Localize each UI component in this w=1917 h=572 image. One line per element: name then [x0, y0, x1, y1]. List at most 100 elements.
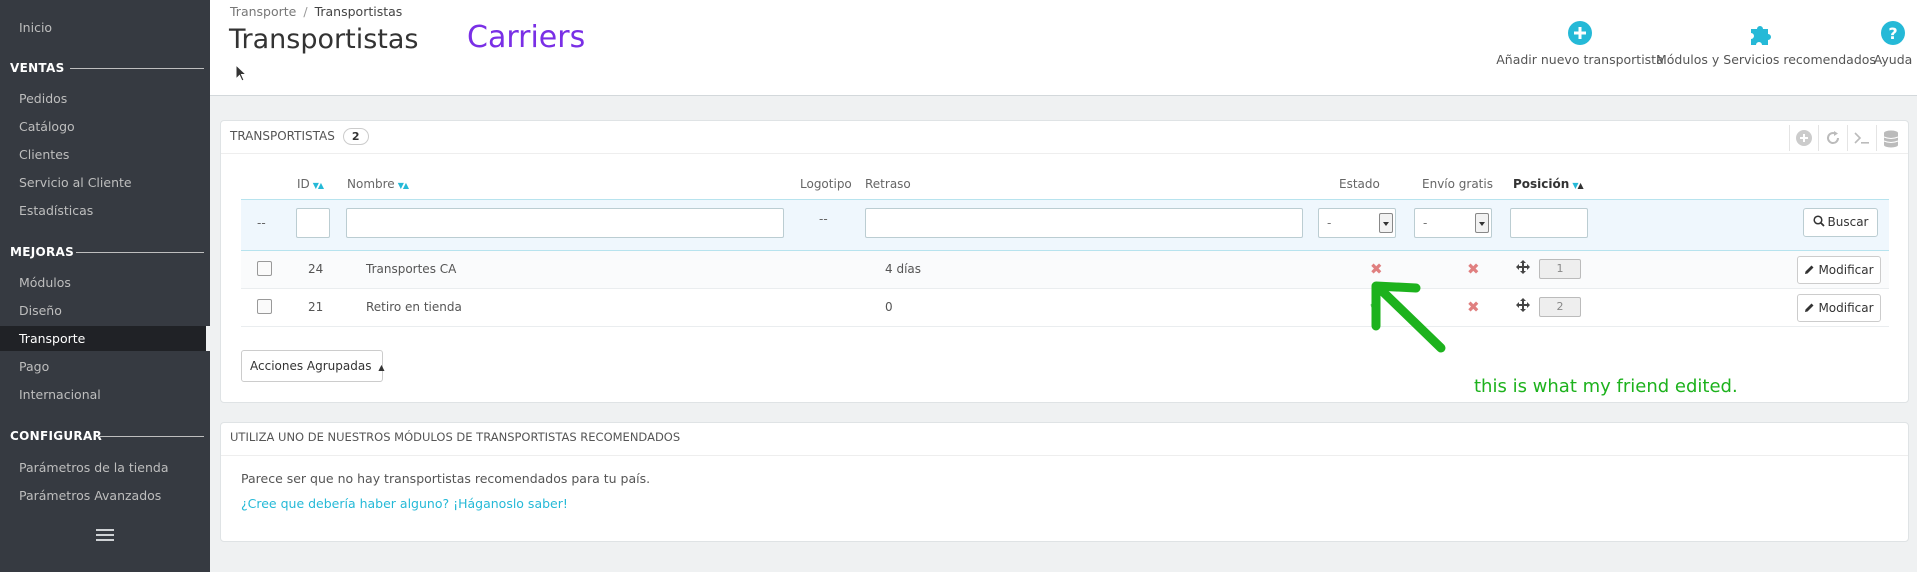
sidebar: Inicio VENTAS Pedidos Catálogo Clientes … — [0, 0, 210, 572]
free-shipping-disabled-icon[interactable]: ✖ — [1467, 260, 1480, 278]
caret-up-icon: ▲ — [378, 363, 385, 372]
modify-button[interactable]: Modificar — [1797, 256, 1881, 284]
filter-free-shipping-select[interactable]: - — [1414, 208, 1492, 238]
column-header-delay: Retraso — [865, 177, 911, 191]
table-row[interactable]: 24 Transportes CA 4 días ✖ ✖ 1 Modificar — [241, 251, 1889, 289]
sidebar-item-internacional[interactable]: Internacional — [0, 382, 210, 407]
table-row[interactable]: 21 Retiro en tienda 0 ✔ ✖ 2 Modificar — [241, 289, 1889, 327]
sort-arrows-icon[interactable]: ▼▲ — [313, 181, 324, 190]
mouse-cursor-icon — [235, 64, 247, 82]
sidebar-item-catalogo[interactable]: Catálogo — [0, 114, 210, 139]
sidebar-item-diseno[interactable]: Diseño — [0, 298, 210, 323]
breadcrumb-separator: / — [303, 4, 308, 19]
filter-free-shipping-value: - — [1423, 216, 1428, 230]
column-id-label: ID — [297, 177, 310, 191]
column-name-label: Nombre — [347, 177, 395, 191]
plus-circle-icon — [1568, 21, 1592, 45]
breadcrumb: Transporte / Transportistas — [230, 4, 402, 19]
help-button[interactable]: ? Ayuda — [1871, 20, 1915, 67]
column-header-name[interactable]: Nombre ▼▲ — [347, 177, 409, 191]
recommended-panel-title: UTILIZA UNO DE NUESTROS MÓDULOS DE TRANS… — [230, 430, 681, 444]
row-delay: 0 — [885, 300, 893, 314]
sidebar-item-pago[interactable]: Pago — [0, 354, 210, 379]
row-name: Transportes CA — [366, 262, 457, 276]
carriers-title-text: TRANSPORTISTAS — [230, 129, 335, 143]
column-header-free-shipping: Envío gratis — [1422, 177, 1493, 191]
database-icon — [1883, 130, 1899, 148]
add-carrier-panel-button[interactable] — [1789, 125, 1817, 151]
filter-status-select[interactable]: - — [1318, 208, 1396, 238]
sidebar-divider — [76, 252, 204, 253]
sidebar-item-modulos[interactable]: Módulos — [0, 270, 210, 295]
help-label: Ayuda — [1873, 52, 1913, 67]
column-position-label: Posición — [1513, 177, 1570, 191]
sql-query-button[interactable] — [1847, 125, 1875, 151]
recommended-panel-heading: UTILIZA UNO DE NUESTROS MÓDULOS DE TRANS… — [221, 423, 1908, 456]
filter-logo-dash: -- — [819, 212, 828, 226]
column-header-logo: Logotipo — [800, 177, 852, 191]
recommended-modules-button[interactable]: Módulos y Servicios recomendados — [1656, 20, 1876, 67]
drag-handle-icon[interactable] — [1515, 297, 1531, 313]
search-button[interactable]: Buscar — [1803, 208, 1878, 237]
modify-button[interactable]: Modificar — [1797, 294, 1881, 322]
menu-toggle-icon[interactable] — [96, 529, 114, 543]
carriers-panel-title: TRANSPORTISTAS 2 — [230, 128, 369, 145]
add-icon — [1796, 130, 1812, 146]
carriers-panel-heading: TRANSPORTISTAS 2 — [221, 121, 1908, 154]
sidebar-item-pedidos[interactable]: Pedidos — [0, 86, 210, 111]
bulk-actions-button[interactable]: Acciones Agrupadas ▲ — [241, 350, 385, 382]
filter-id-input[interactable] — [296, 208, 330, 238]
sidebar-item-transporte[interactable]: Transporte — [0, 326, 210, 351]
column-header-status: Estado — [1339, 177, 1380, 191]
no-recommended-message: Parece ser que no hay transportistas rec… — [241, 471, 651, 486]
search-icon — [1812, 215, 1825, 227]
sidebar-section-mejoras: MEJORAS — [10, 245, 75, 259]
carriers-annotation: Carriers — [467, 20, 586, 55]
row-checkbox[interactable] — [257, 299, 272, 314]
sidebar-item-clientes[interactable]: Clientes — [0, 142, 210, 167]
modify-button-label: Modificar — [1818, 263, 1874, 277]
sort-arrows-icon[interactable]: ▼▲ — [1572, 181, 1583, 190]
row-id: 24 — [308, 262, 324, 276]
sidebar-item-estadisticas[interactable]: Estadísticas — [0, 198, 210, 223]
sidebar-item-inicio[interactable]: Inicio — [0, 15, 210, 40]
sidebar-section-configurar: CONFIGURAR — [10, 429, 103, 443]
free-shipping-disabled-icon[interactable]: ✖ — [1467, 298, 1480, 316]
breadcrumb-link-transporte[interactable]: Transporte — [230, 4, 296, 19]
refresh-icon — [1827, 131, 1840, 144]
carriers-count-badge: 2 — [342, 128, 369, 145]
puzzle-icon — [1751, 26, 1771, 45]
column-header-position[interactable]: Posición ▼▲ — [1513, 177, 1584, 191]
export-button[interactable] — [1876, 125, 1904, 151]
chevron-down-icon — [1475, 213, 1489, 233]
modify-button-label: Modificar — [1818, 301, 1874, 315]
filter-name-input[interactable] — [346, 208, 784, 238]
pencil-icon — [1805, 265, 1814, 274]
sidebar-divider — [98, 436, 204, 437]
chevron-down-icon — [1379, 213, 1393, 233]
page-header: Transporte / Transportistas Transportistas… — [210, 0, 1917, 96]
position-value: 2 — [1539, 297, 1581, 317]
sidebar-section-ventas: VENTAS — [10, 61, 65, 75]
filter-delay-input[interactable] — [865, 208, 1303, 238]
column-header-id[interactable]: ID ▼▲ — [297, 177, 324, 191]
sidebar-item-servicio-al-cliente[interactable]: Servicio al Cliente — [0, 170, 210, 195]
sort-arrows-icon[interactable]: ▼▲ — [398, 181, 409, 190]
row-checkbox[interactable] — [257, 261, 272, 276]
filter-placeholder-dash: -- — [257, 216, 266, 230]
filter-position-input[interactable] — [1510, 208, 1588, 238]
status-disabled-icon[interactable]: ✖ — [1370, 260, 1383, 278]
drag-handle-icon[interactable] — [1515, 259, 1531, 275]
carriers-panel: TRANSPORTISTAS 2 ID ▼▲ Nombre ▼▲ Logotipo R… — [220, 120, 1909, 403]
add-carrier-label: Añadir nuevo transportista — [1496, 52, 1664, 67]
svg-text:?: ? — [1888, 24, 1897, 43]
page-title: Transportistas — [229, 24, 419, 55]
sidebar-item-parametros-tienda[interactable]: Parámetros de la tienda — [0, 455, 210, 480]
add-carrier-button[interactable]: Añadir nuevo transportista — [1495, 20, 1665, 67]
sidebar-item-parametros-avanzados[interactable]: Parámetros Avanzados — [0, 483, 210, 508]
row-id: 21 — [308, 300, 324, 314]
bulk-actions-label: Acciones Agrupadas — [250, 359, 372, 373]
breadcrumb-current: Transportistas — [314, 4, 403, 19]
suggest-carrier-link[interactable]: ¿Cree que debería haber alguno? ¡Háganos… — [241, 496, 568, 511]
refresh-button[interactable] — [1818, 125, 1846, 151]
